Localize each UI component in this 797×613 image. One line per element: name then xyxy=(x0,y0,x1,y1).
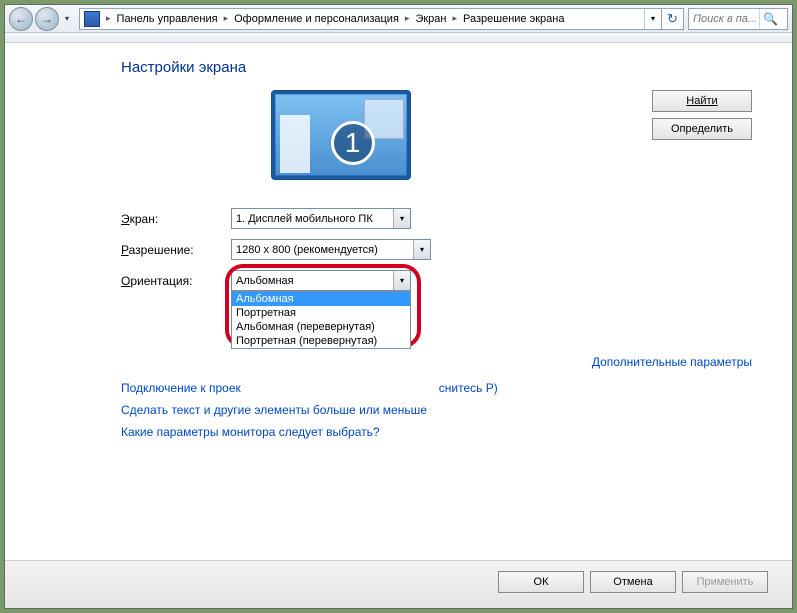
search-box: 🔍 xyxy=(688,8,788,30)
monitor-number-badge: 1 xyxy=(331,121,375,165)
path-dropdown[interactable]: ▾ xyxy=(644,9,661,29)
chevron-down-icon[interactable]: ▾ xyxy=(413,240,430,259)
orientation-select[interactable]: Альбомная ▾ Альбомная Портретная Альбомн… xyxy=(231,270,411,291)
which-settings-link[interactable]: Какие параметры монитора следует выбрать… xyxy=(121,425,752,439)
nav-history-dropdown[interactable]: ▾ xyxy=(61,7,73,31)
screen-select[interactable]: 1. Дисплей мобильного ПК ▾ xyxy=(231,208,411,229)
projector-link[interactable]: Подключение к проекxxxxxxxxxxxxxxxxxxxxx… xyxy=(121,381,752,395)
content-pane: Настройки экрана 1 Найти Определить Экра… xyxy=(5,43,792,560)
orientation-option[interactable]: Портретная (перевернутая) xyxy=(232,334,410,348)
orientation-option[interactable]: Альбомная (перевернутая) xyxy=(232,320,410,334)
cancel-button[interactable]: Отмена xyxy=(590,571,676,593)
orientation-option[interactable]: Альбомная xyxy=(232,292,410,306)
toolbar-strip xyxy=(5,33,792,43)
page-title: Настройки экрана xyxy=(121,59,752,76)
search-input[interactable] xyxy=(689,13,759,25)
screen-label: Экран: xyxy=(121,212,231,226)
forward-button[interactable]: → xyxy=(35,7,59,31)
address-bar: ← → ▾ ▸ Панель управления ▸ Оформление и… xyxy=(5,5,792,33)
resolution-label: Разрешение: xyxy=(121,243,231,257)
control-panel-icon xyxy=(84,11,100,27)
window: ← → ▾ ▸ Панель управления ▸ Оформление и… xyxy=(4,4,793,609)
breadcrumb-seg[interactable]: Разрешение экрана xyxy=(459,13,568,25)
chevron-right-icon: ▸ xyxy=(450,13,459,24)
ok-button[interactable]: ОК xyxy=(498,571,584,593)
monitor-taskbar-decor xyxy=(280,115,310,173)
resolution-select[interactable]: 1280 x 800 (рекомендуется) ▾ xyxy=(231,239,431,260)
breadcrumb-seg[interactable]: Оформление и персонализация xyxy=(230,13,403,25)
breadcrumb-seg[interactable]: Панель управления xyxy=(113,13,222,25)
breadcrumb-seg[interactable]: Экран xyxy=(411,13,450,25)
orientation-label: Ориентация: xyxy=(121,274,231,288)
chevron-right-icon: ▸ xyxy=(403,13,412,24)
back-button[interactable]: ← xyxy=(9,7,33,31)
text-size-link[interactable]: Сделать текст и другие элементы больше и… xyxy=(121,403,752,417)
breadcrumb: ▸ Панель управления ▸ Оформление и персо… xyxy=(79,8,684,30)
refresh-button[interactable]: ↻ xyxy=(661,8,683,30)
chevron-right-icon: ▸ xyxy=(222,13,231,24)
chevron-right-icon: ▸ xyxy=(104,13,113,24)
search-icon[interactable]: 🔍 xyxy=(759,9,781,29)
monitor-preview[interactable]: 1 xyxy=(271,90,411,180)
find-button[interactable]: Найти xyxy=(652,90,752,112)
orientation-dropdown-list: Альбомная Портретная Альбомная (переверн… xyxy=(231,291,411,349)
chevron-down-icon[interactable]: ▾ xyxy=(393,271,410,290)
detect-button[interactable]: Определить xyxy=(652,118,752,140)
orientation-option[interactable]: Портретная xyxy=(232,306,410,320)
chevron-down-icon[interactable]: ▾ xyxy=(393,209,410,228)
dialog-button-bar: ОК Отмена Применить xyxy=(5,560,792,608)
advanced-settings-link[interactable]: Дополнительные параметры xyxy=(121,355,752,369)
apply-button[interactable]: Применить xyxy=(682,571,768,593)
